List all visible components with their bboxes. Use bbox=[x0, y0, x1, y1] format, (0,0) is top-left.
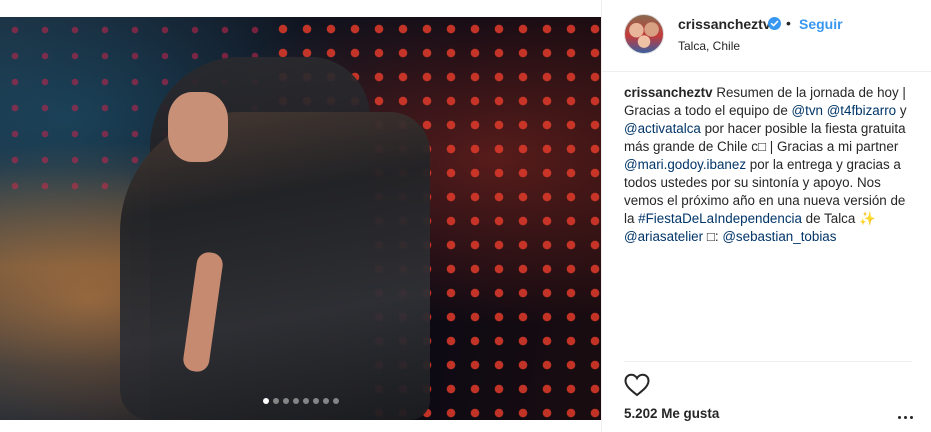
caption-text: de Talca ✨ bbox=[801, 211, 876, 226]
caption-link[interactable]: @tvn bbox=[792, 103, 823, 118]
caption-username[interactable]: crissancheztv bbox=[624, 85, 713, 100]
carousel-dot bbox=[282, 398, 289, 404]
carousel-dot bbox=[332, 398, 339, 404]
carousel-dot bbox=[302, 398, 309, 404]
location-link[interactable]: Talca, Chile bbox=[678, 39, 740, 53]
carousel-dot bbox=[312, 398, 319, 404]
caption-link[interactable]: @t4fbizarro bbox=[827, 103, 896, 118]
post-side-panel: crissancheztv • Seguir Talca, Chile cris… bbox=[601, 0, 931, 432]
post-media[interactable] bbox=[0, 17, 601, 420]
heart-outline-icon[interactable] bbox=[624, 373, 650, 397]
post-header: crissancheztv • Seguir Talca, Chile bbox=[602, 0, 931, 72]
follow-button[interactable]: Seguir bbox=[799, 16, 843, 32]
caption-link[interactable]: @mari.godoy.ibanez bbox=[624, 157, 746, 172]
verified-badge-icon bbox=[768, 17, 781, 30]
more-options-icon[interactable] bbox=[898, 414, 914, 420]
header-separator: • bbox=[786, 15, 791, 31]
avatar[interactable] bbox=[624, 14, 664, 54]
photo-figure-head bbox=[168, 92, 228, 162]
caption-text: □: bbox=[703, 229, 723, 244]
carousel-dot bbox=[272, 398, 279, 404]
likes-count[interactable]: 5.202 Me gusta bbox=[624, 406, 719, 421]
caption-text: y bbox=[896, 103, 907, 118]
photo-figure-woman bbox=[120, 112, 430, 420]
caption-link[interactable]: #FiestaDeLaIndependencia bbox=[638, 211, 802, 226]
carousel-indicator bbox=[0, 398, 601, 406]
stage-sign-glow bbox=[0, 167, 130, 367]
carousel-dot bbox=[322, 398, 329, 404]
section-divider bbox=[624, 361, 912, 362]
caption-link[interactable]: @sebastian_tobias bbox=[722, 229, 836, 244]
caption-link[interactable]: @ariasatelier bbox=[624, 229, 703, 244]
username-link[interactable]: crissancheztv bbox=[678, 16, 771, 32]
carousel-dot bbox=[262, 398, 269, 404]
post-caption: crissancheztv Resumen de la jornada de h… bbox=[624, 84, 918, 246]
carousel-dot bbox=[292, 398, 299, 404]
caption-link[interactable]: @activatalca bbox=[624, 121, 701, 136]
